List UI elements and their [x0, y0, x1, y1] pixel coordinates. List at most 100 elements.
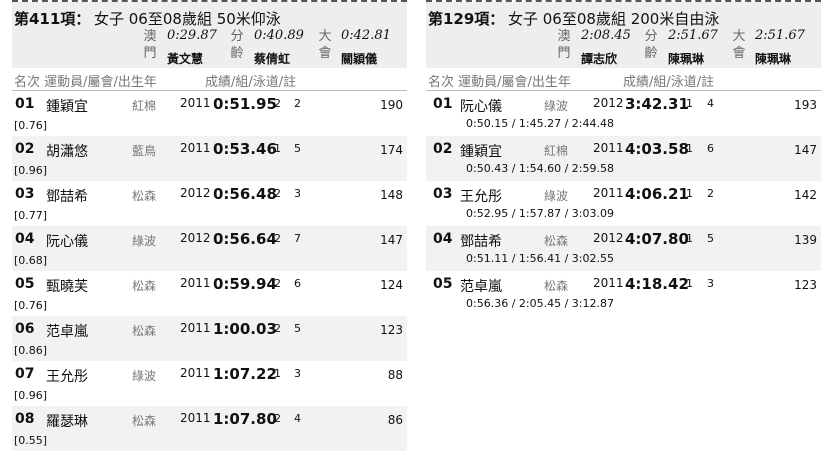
birth-year: 2011	[180, 96, 211, 110]
split-times: 0:52.95 / 1:57.87 / 3:03.09	[466, 207, 614, 220]
record-label-macau: 澳門	[143, 29, 157, 61]
record-holder-age: 陳珮琳	[668, 52, 705, 66]
result-time: 4:18.42	[625, 275, 689, 293]
result-time: 4:03.58	[625, 140, 689, 158]
result-row: 06 范卓嵐 松森 2011 1:00.03 2 5 123 [0.86]	[12, 316, 407, 361]
result-row: 07 王允彤 綠波 2011 1:07.22 1 3 88 [0.96]	[12, 361, 407, 406]
heat: 1	[686, 142, 693, 155]
result-time: 4:07.80	[625, 230, 689, 248]
athlete-name: 鍾穎宜	[460, 144, 502, 160]
points: 123	[380, 323, 403, 337]
column-result: 成績/組/泳道/註	[623, 75, 715, 90]
column-rank-name: 名次 運動員/屬會/出生年	[14, 75, 157, 90]
athlete-name: 甄曉芙	[46, 279, 88, 295]
birth-year: 2011	[593, 186, 624, 200]
rank: 08	[15, 411, 35, 427]
points: 88	[387, 368, 403, 382]
result-time: 0:53.46	[213, 140, 277, 158]
rank: 04	[433, 231, 453, 247]
athlete-name: 鄧喆希	[46, 189, 88, 205]
athlete-name: 阮心儀	[460, 99, 502, 115]
club: 松森	[544, 279, 569, 293]
rank: 01	[15, 96, 35, 112]
reaction-time: [0.96]	[14, 164, 48, 177]
club: 松森	[132, 324, 157, 338]
athlete-name: 范卓嵐	[46, 324, 88, 340]
lane: 5	[294, 142, 301, 155]
club: 綠波	[544, 189, 569, 203]
rank: 06	[15, 321, 35, 337]
birth-year: 2011	[180, 276, 211, 290]
lane: 5	[707, 232, 714, 245]
result-row: 03 鄧喆希 松森 2012 0:56.48 2 3 148 [0.77]	[12, 181, 407, 226]
result-row: 04 阮心儀 綠波 2012 0:56.64 2 7 147 [0.68]	[12, 226, 407, 271]
result-row: 04 鄧喆希 松森 2012 4:07.80 1 5 139 0:51.11 /…	[426, 226, 821, 271]
record-time-meet: 0:42.81	[341, 28, 391, 43]
athlete-name: 鍾穎宜	[46, 99, 88, 115]
rank: 02	[433, 141, 453, 157]
result-row: 02 鍾穎宜 紅棉 2011 4:03.58 1 6 147 0:50.43 /…	[426, 136, 821, 181]
column-result: 成績/組/泳道/註	[205, 75, 297, 90]
club: 松森	[132, 189, 157, 203]
result-time: 0:51.95	[213, 95, 277, 113]
column-rank-name: 名次 運動員/屬會/出生年	[428, 75, 571, 90]
club: 紅棉	[544, 144, 569, 158]
points: 86	[387, 413, 403, 427]
reaction-time: [0.76]	[14, 119, 48, 132]
birth-year: 2011	[180, 366, 211, 380]
birth-year: 2011	[180, 411, 211, 425]
rank: 02	[15, 141, 35, 157]
record-label-macau: 澳門	[557, 29, 571, 61]
points: 147	[380, 233, 403, 247]
heat: 1	[686, 97, 693, 110]
lane: 3	[707, 277, 714, 290]
heat: 2	[274, 412, 281, 425]
club: 松森	[132, 414, 157, 428]
club: 綠波	[544, 99, 569, 113]
athlete-name: 王允彤	[460, 189, 502, 205]
rank: 07	[15, 366, 35, 382]
birth-year: 2011	[180, 141, 211, 155]
event-number: 第411項：	[14, 10, 91, 28]
column-header: 名次 運動員/屬會/出生年 成績/組/泳道/註	[426, 68, 821, 91]
heat: 1	[686, 232, 693, 245]
athlete-name: 阮心儀	[46, 234, 88, 250]
athlete-name: 鄧喆希	[460, 234, 502, 250]
column-header: 名次 運動員/屬會/出生年 成績/組/泳道/註	[12, 68, 407, 91]
birth-year: 2012	[593, 231, 624, 245]
heat: 1	[274, 142, 281, 155]
athlete-name: 胡瀟悠	[46, 144, 88, 160]
points: 139	[794, 233, 817, 247]
result-time: 4:06.21	[625, 185, 689, 203]
athlete-name: 王允彤	[46, 369, 88, 385]
rank: 04	[15, 231, 35, 247]
result-row: 01 鍾穎宜 紅棉 2011 0:51.95 2 2 190 [0.76]	[12, 91, 407, 136]
lane: 3	[294, 187, 301, 200]
athlete-name: 范卓嵐	[460, 279, 502, 295]
record-time-macau: 0:29.87	[167, 28, 217, 43]
event-header: 第129項： 女子 06至08歲組 200米自由泳 澳門 2:08.45 譚志欣…	[426, 2, 821, 68]
split-times: 0:50.15 / 1:45.27 / 2:44.48	[466, 117, 614, 130]
record-label-meet: 大會	[732, 29, 746, 61]
lane: 4	[707, 97, 714, 110]
club: 綠波	[132, 234, 157, 248]
rank: 03	[433, 186, 453, 202]
birth-year: 2011	[593, 276, 624, 290]
reaction-time: [0.96]	[14, 389, 48, 402]
record-time-meet: 2:51.67	[755, 28, 805, 43]
points: 193	[794, 98, 817, 112]
heat: 2	[274, 187, 281, 200]
lane: 5	[294, 322, 301, 335]
event-number: 第129項：	[428, 10, 505, 28]
record-time-age: 2:51.67	[668, 28, 718, 43]
record-holder-meet: 陳珮琳	[755, 52, 792, 66]
birth-year: 2011	[593, 141, 624, 155]
result-time: 1:00.03	[213, 320, 277, 338]
result-time: 1:07.22	[213, 365, 277, 383]
result-time: 3:42.31	[625, 95, 689, 113]
athlete-name: 羅瑟琳	[46, 414, 88, 430]
split-times: 0:51.11 / 1:56.41 / 3:02.55	[466, 252, 614, 265]
result-time: 0:56.48	[213, 185, 277, 203]
record-holder-macau: 黃文慧	[167, 52, 204, 66]
club: 綠波	[132, 369, 157, 383]
